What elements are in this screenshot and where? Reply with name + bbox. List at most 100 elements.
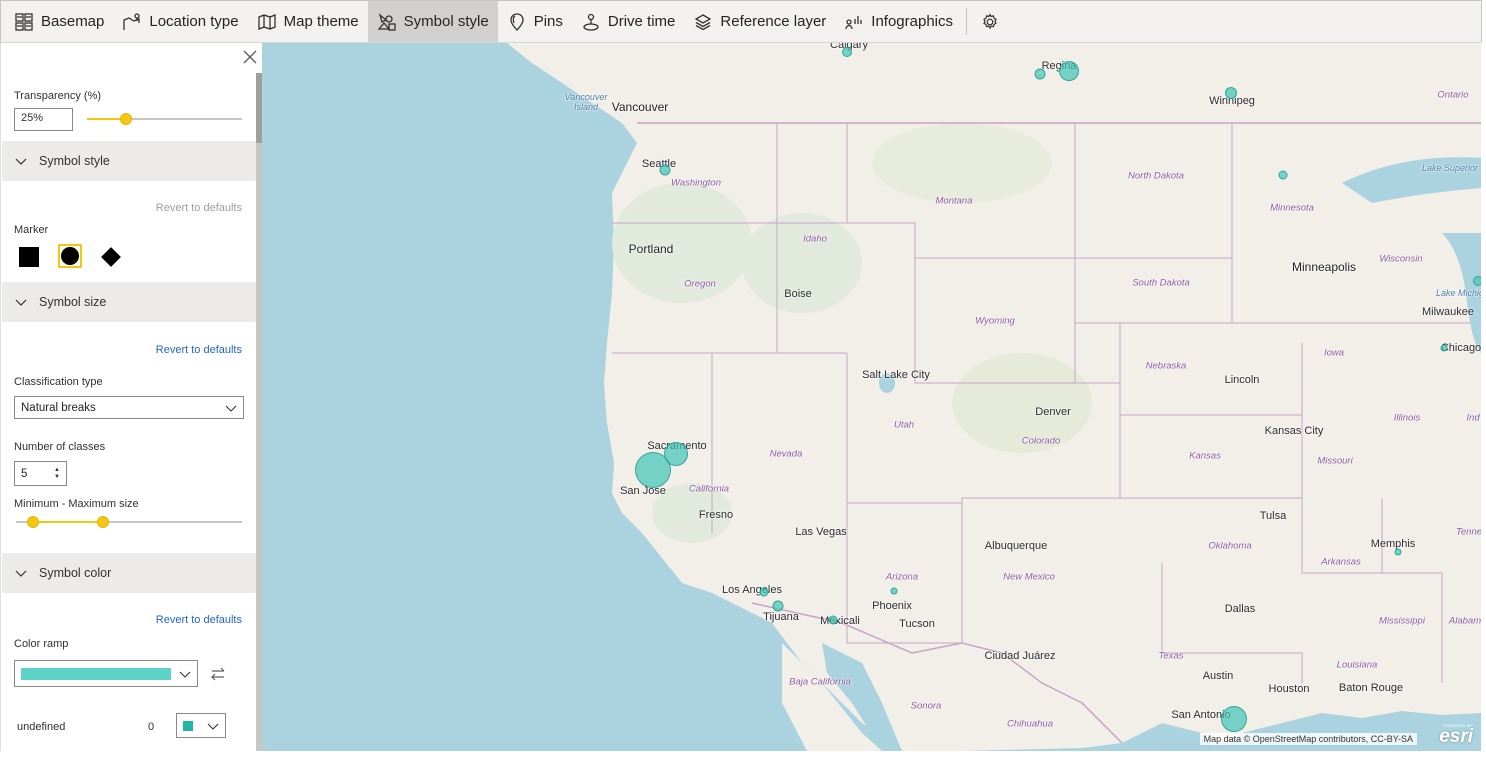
map-bubble[interactable] (1440, 344, 1448, 352)
map-bubble[interactable] (1278, 170, 1288, 180)
region-label: Mississippi (1379, 615, 1425, 627)
chevron-down-icon (179, 671, 191, 678)
map-bubble[interactable] (635, 452, 671, 488)
map-bubble[interactable] (1394, 548, 1402, 556)
size-slider-max-thumb[interactable] (97, 516, 109, 528)
pins-button[interactable]: Pins (498, 1, 572, 42)
region-label: Kansas (1189, 450, 1221, 462)
toolbar-divider (966, 8, 967, 35)
classification-type-select[interactable]: Natural breaks (14, 396, 244, 419)
color-ramp-swatch (21, 667, 171, 680)
map-bubble[interactable] (1473, 276, 1481, 286)
city-label: Fresno (698, 509, 734, 521)
city-label: Houston (1268, 683, 1310, 695)
region-label: Louisiana (1336, 659, 1378, 671)
map-bubble[interactable] (1225, 87, 1237, 99)
map-bubble[interactable] (772, 600, 784, 612)
map-bubble[interactable] (759, 587, 769, 597)
classification-type-label: Classification type (14, 376, 103, 388)
location-type-icon (123, 12, 141, 30)
location-type-label: Location type (149, 13, 239, 30)
map-toolbar: Basemap Location type Map theme Symbol s… (0, 0, 1482, 43)
esri-logo-text: esri (1439, 726, 1473, 747)
region-label: Ind (1466, 412, 1480, 424)
city-label: Ciudad Juárez (984, 650, 1056, 662)
map-theme-button[interactable]: Map theme (248, 1, 368, 42)
region-label: Illinois (1393, 412, 1421, 424)
number-of-classes-stepper[interactable]: 5 ▲ ▼ (14, 461, 67, 486)
map-bubble[interactable] (890, 587, 898, 595)
diamond-marker-icon (101, 247, 121, 267)
symbol-size-section-header[interactable]: Symbol size (2, 282, 256, 322)
region-label: Montana (935, 195, 973, 207)
symbol-style-section-header[interactable]: Symbol style (2, 141, 256, 181)
pins-label: Pins (533, 13, 563, 30)
map-bubble[interactable] (1059, 61, 1079, 81)
region-label: Arkansas (1321, 556, 1361, 568)
reference-layer-label: Reference layer (720, 13, 827, 30)
reference-layer-icon (695, 13, 712, 30)
region-label: California (688, 483, 730, 495)
reverse-ramp-icon[interactable] (209, 665, 227, 683)
region-label: Iowa (1323, 347, 1345, 359)
region-label: Oregon (684, 278, 716, 290)
close-icon[interactable] (242, 49, 258, 65)
spinner-arrows-icon[interactable]: ▲ ▼ (54, 467, 60, 481)
city-label: Kansas City (1264, 425, 1324, 437)
symbol-style-label: Symbol style (403, 13, 489, 30)
symbol-color-section-header[interactable]: Symbol color (2, 553, 256, 593)
region-label: South Dakota (1132, 277, 1190, 289)
gear-icon (983, 12, 997, 29)
infographics-button[interactable]: Infographics (835, 1, 962, 42)
basemap-tiles (507, 43, 1481, 751)
marker-square-option[interactable] (17, 245, 41, 269)
city-label: Lincoln (1224, 374, 1260, 386)
map-bubble[interactable] (1034, 68, 1046, 80)
basemap-label: Basemap (41, 13, 105, 30)
region-label: Missouri (1317, 455, 1353, 467)
city-label: Phoenix (872, 600, 912, 612)
map-attribution: Map data © OpenStreetMap contributors, C… (1199, 733, 1417, 745)
map-bubble[interactable] (842, 47, 852, 57)
marker-circle-option[interactable] (58, 244, 82, 268)
region-label: Ontario (1437, 89, 1469, 101)
symbol-size-revert-link[interactable]: Revert to defaults (102, 344, 242, 356)
number-of-classes-value: 5 (21, 467, 28, 480)
min-max-size-label: Minimum - Maximum size (14, 498, 139, 510)
symbol-style-icon (377, 12, 396, 31)
region-label: Baja California (789, 676, 851, 688)
water-label: Vancouver Island (564, 92, 608, 112)
classification-type-value: Natural breaks (21, 401, 96, 414)
map-bubble[interactable] (1221, 706, 1247, 732)
size-slider-min-thumb[interactable] (27, 516, 39, 528)
symbol-style-button[interactable]: Symbol style (367, 1, 498, 42)
color-class-name: undefined (17, 721, 66, 733)
map-bubble[interactable] (659, 164, 671, 176)
basemap-button[interactable]: Basemap (5, 1, 113, 42)
map-theme-label: Map theme (283, 13, 359, 30)
region-label: Sonora (910, 700, 942, 712)
region-label: Arizona (885, 571, 919, 583)
settings-button[interactable] (971, 1, 1009, 42)
city-label: Denver (1035, 406, 1071, 418)
region-label: Colorado (1021, 435, 1061, 447)
reference-layer-button[interactable]: Reference layer (684, 1, 835, 42)
chevron-down-icon (15, 299, 27, 306)
transparency-slider-thumb[interactable] (120, 113, 132, 125)
page-edge (1481, 43, 1486, 758)
map-canvas[interactable]: Calgary Regina Winnipeg Vancouver Seattl… (262, 43, 1481, 751)
city-label: Mexicali (820, 615, 860, 627)
color-class-value: 0 (148, 721, 155, 733)
region-label: Tenne (1455, 526, 1481, 538)
transparency-input[interactable]: 25% (14, 108, 73, 131)
marker-diamond-option[interactable] (99, 245, 123, 269)
symbol-style-revert-link[interactable]: Revert to defaults (102, 202, 242, 214)
map-bubble[interactable] (828, 615, 838, 625)
region-label: Washington (671, 177, 721, 189)
color-ramp-select[interactable] (14, 660, 198, 687)
color-class-picker[interactable] (176, 713, 226, 738)
drive-time-button[interactable]: Drive time (572, 1, 685, 42)
symbol-color-revert-link[interactable]: Revert to defaults (102, 614, 242, 626)
location-type-button[interactable]: Location type (113, 1, 247, 42)
symbol-style-section-title: Symbol style (39, 154, 110, 168)
